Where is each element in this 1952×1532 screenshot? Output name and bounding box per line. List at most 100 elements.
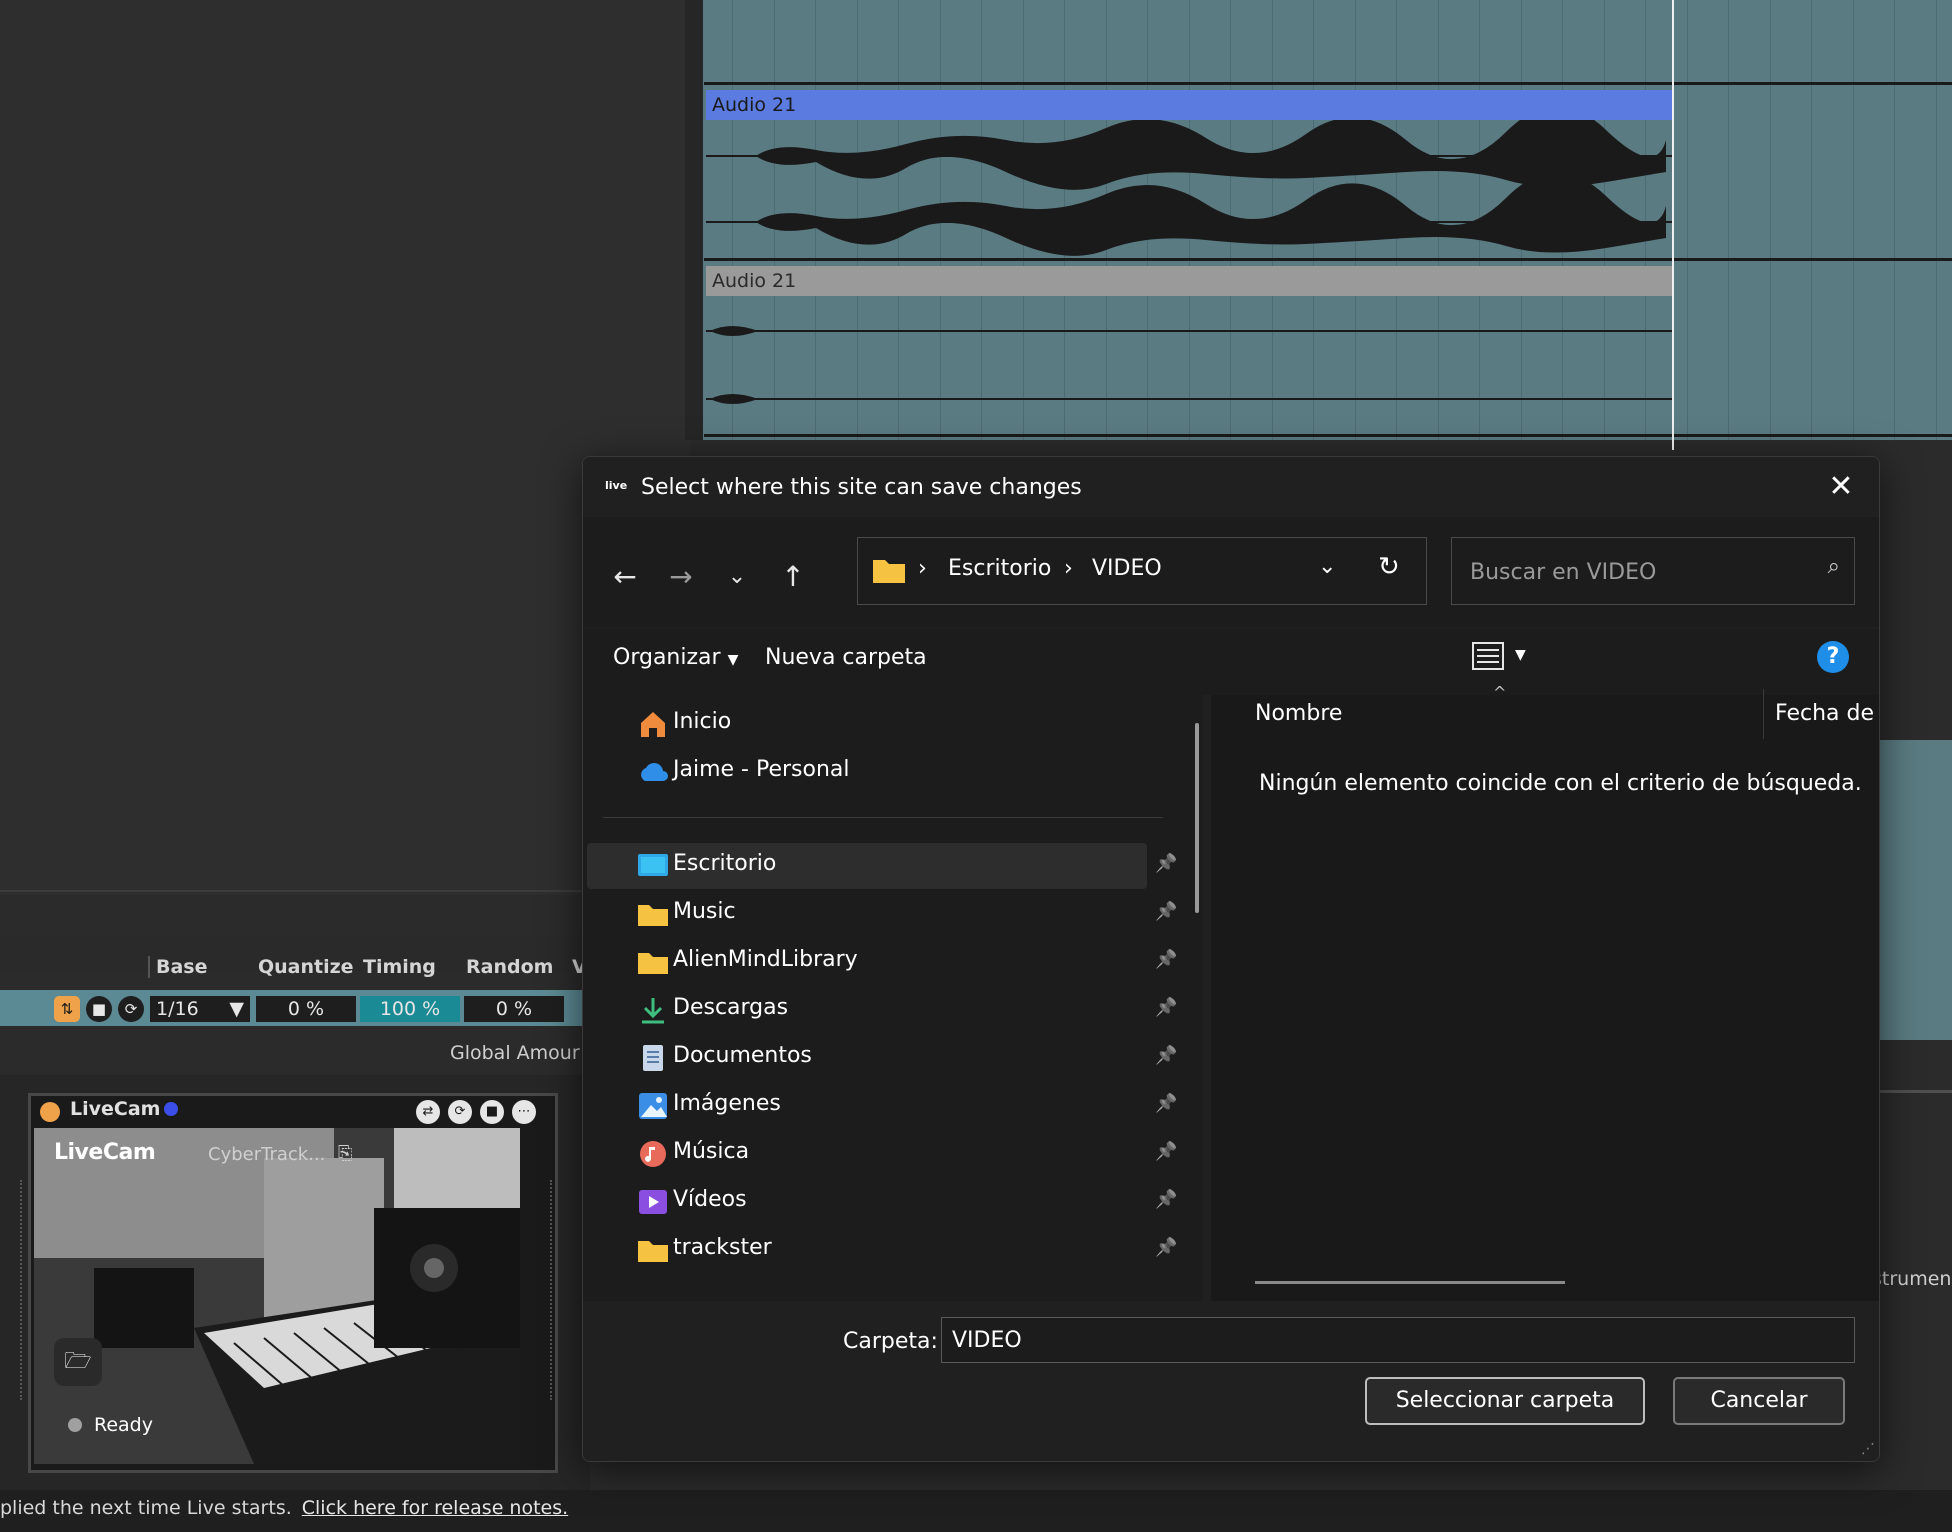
breadcrumb-separator-icon: › — [918, 556, 927, 581]
dialog-titlebar: live Select where this site can save cha… — [583, 457, 1879, 517]
grid-line — [1686, 0, 1688, 440]
camera-status: Ready — [94, 1414, 153, 1436]
view-options-button[interactable] — [1471, 641, 1505, 671]
sidebar-item-label: Descargas — [673, 995, 789, 1020]
sidebar-item-label: Imágenes — [673, 1091, 781, 1116]
sidebar-item-music[interactable]: Music 📌 — [587, 891, 1177, 937]
sidebar-item-alienmindlibrary[interactable]: AlienMindLibrary 📌 — [587, 939, 1177, 985]
pin-icon[interactable]: 📌 — [1155, 1237, 1177, 1258]
breadcrumb-video[interactable]: VIDEO — [1092, 556, 1162, 581]
refresh-icon[interactable]: ↻ — [1378, 552, 1400, 582]
pin-icon[interactable]: 📌 — [1155, 949, 1177, 970]
address-bar[interactable]: › Escritorio › VIDEO ⌄ ↻ — [857, 537, 1427, 605]
folder-name-field[interactable] — [941, 1317, 1855, 1363]
pin-icon[interactable]: 📌 — [1155, 997, 1177, 1018]
device-resize-handle-left[interactable] — [20, 1180, 26, 1400]
sidebar-item-im-genes[interactable]: Imágenes 📌 — [587, 1083, 1177, 1129]
groove-header-quantize: Quantize — [258, 956, 354, 978]
forward-button[interactable]: → — [661, 557, 701, 597]
sidebar-item-inicio[interactable]: Inicio — [587, 701, 1147, 747]
release-notes-link[interactable]: Click here for release notes. — [302, 1497, 568, 1519]
up-button[interactable]: ↑ — [773, 557, 813, 597]
grid-line — [1811, 0, 1812, 440]
device-hot-swap-icon[interactable]: ⇄ — [416, 1100, 440, 1124]
navigation-scrollbar[interactable] — [1195, 723, 1199, 913]
clip-header-audio-muted[interactable]: Audio 21 — [706, 266, 1672, 296]
breadcrumb-separator-icon: › — [1064, 556, 1073, 581]
device-more-icon[interactable]: ⋯ — [512, 1100, 536, 1124]
resize-grip-icon[interactable]: ⋰ — [1861, 1441, 1875, 1457]
lane-separator — [704, 258, 1952, 261]
groove-hot-swap-icon[interactable]: ⇅ — [54, 996, 80, 1022]
groove-commit-icon[interactable]: ⟳ — [118, 996, 144, 1022]
playhead[interactable] — [1672, 0, 1674, 450]
divider — [0, 890, 590, 892]
new-folder-button[interactable]: Nueva carpeta — [765, 645, 927, 670]
camera-switch-icon[interactable]: ⎘ — [338, 1143, 352, 1164]
status-dot-icon — [68, 1418, 82, 1432]
groove-base-select[interactable]: 1/16 ▼ — [150, 996, 250, 1022]
column-header-date[interactable]: Fecha de — [1775, 701, 1874, 726]
select-folder-button[interactable]: Seleccionar carpeta — [1365, 1377, 1645, 1425]
track-divider — [685, 0, 703, 440]
organize-menu-button[interactable]: Organizar ▼ — [613, 645, 738, 670]
horizontal-scrollbar[interactable] — [1255, 1281, 1565, 1284]
pin-icon[interactable]: 📌 — [1155, 1189, 1177, 1210]
grid-line — [1852, 0, 1854, 440]
pin-icon[interactable]: 📌 — [1155, 1141, 1177, 1162]
recent-locations-chevron-icon[interactable]: ⌄ — [717, 557, 757, 597]
help-icon[interactable]: ? — [1817, 641, 1849, 673]
download-icon — [637, 995, 669, 1025]
lane-separator — [704, 82, 1952, 85]
chevron-down-icon: ▼ — [229, 998, 244, 1020]
device-refresh-icon[interactable]: ⟳ — [448, 1100, 472, 1124]
pin-icon[interactable]: 📌 — [1155, 901, 1177, 922]
camera-source-label[interactable]: CyberTrack... — [208, 1144, 325, 1165]
device-title: LiveCam — [70, 1098, 161, 1120]
folder-label: Carpeta: — [843, 1329, 938, 1354]
folder-open-icon[interactable]: 🗁 — [54, 1338, 102, 1386]
grid-line — [1769, 0, 1771, 440]
organize-label: Organizar — [613, 645, 721, 670]
grid-line — [1935, 0, 1937, 440]
back-button[interactable]: ← — [605, 557, 645, 597]
address-history-chevron-icon[interactable]: ⌄ — [1318, 554, 1336, 579]
clip-header-audio[interactable]: Audio 21 — [706, 90, 1672, 120]
pin-icon[interactable]: 📌 — [1155, 853, 1177, 874]
sidebar-item-documentos[interactable]: Documentos 📌 — [587, 1035, 1177, 1081]
sidebar-item-trackster[interactable]: trackster 📌 — [587, 1227, 1177, 1273]
search-input[interactable] — [1468, 552, 1802, 592]
pin-icon[interactable]: 📌 — [1155, 1045, 1177, 1066]
view-options-chevron-icon[interactable]: ▼ — [1515, 647, 1526, 663]
dialog-title: Select where this site can save changes — [641, 475, 1082, 500]
pin-icon[interactable]: 📌 — [1155, 1093, 1177, 1114]
groove-random-value[interactable]: 0 % — [464, 996, 564, 1022]
column-header-name[interactable]: Nombre — [1255, 701, 1342, 726]
navigation-separator — [603, 817, 1163, 818]
groove-save-icon[interactable]: ■ — [86, 996, 112, 1022]
device-resize-handle[interactable] — [550, 1180, 556, 1400]
folder-picker-dialog: live Select where this site can save cha… — [582, 456, 1880, 1462]
breadcrumb-escritorio[interactable]: Escritorio — [948, 556, 1051, 581]
sidebar-item-escritorio[interactable]: Escritorio 📌 — [587, 843, 1177, 889]
sidebar-item-v-deos[interactable]: Vídeos 📌 — [587, 1179, 1177, 1225]
sidebar-item-label: Documentos — [673, 1043, 812, 1068]
close-button[interactable]: ✕ — [1823, 469, 1859, 505]
device-power-icon[interactable] — [40, 1102, 60, 1122]
cancel-button[interactable]: Cancelar — [1673, 1377, 1845, 1425]
sidebar-item-descargas[interactable]: Descargas 📌 — [587, 987, 1177, 1033]
folder-icon — [637, 899, 669, 929]
groove-timing-value[interactable]: 100 % — [360, 996, 460, 1022]
audio-waveform-muted[interactable] — [706, 296, 1672, 434]
status-message: plied the next time Live starts. Click he… — [0, 1497, 568, 1519]
image-icon — [637, 1091, 669, 1121]
device-save-icon[interactable]: ■ — [480, 1100, 504, 1124]
arrangement-view-lower — [1880, 740, 1952, 1040]
search-box[interactable]: ⌕ — [1451, 537, 1855, 605]
audio-waveform[interactable] — [706, 106, 1672, 258]
search-icon[interactable]: ⌕ — [1828, 554, 1840, 579]
groove-quantize-value[interactable]: 0 % — [256, 996, 356, 1022]
sidebar-item-jaime-personal[interactable]: Jaime - Personal — [587, 749, 1147, 795]
column-divider[interactable] — [1763, 689, 1764, 739]
sidebar-item-m-sica[interactable]: Música 📌 — [587, 1131, 1177, 1177]
